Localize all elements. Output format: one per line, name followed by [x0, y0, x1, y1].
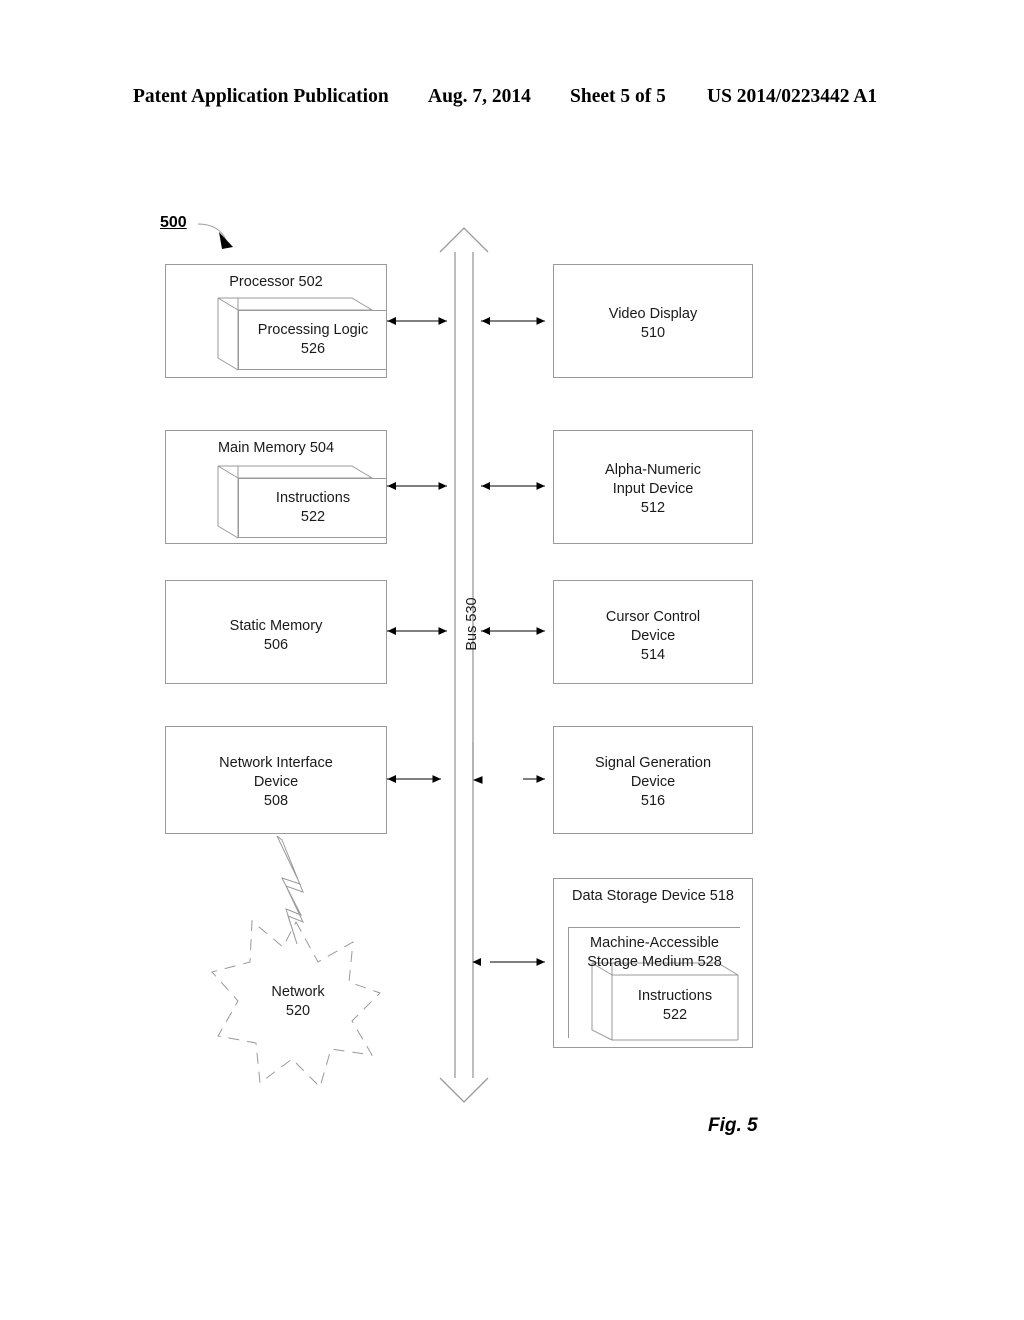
- figure-500-diagram: 500 Processor 502 Processing Logic 526 M…: [0, 0, 1024, 1320]
- processor-label: Processor 502: [229, 274, 323, 290]
- figure-caption: Fig. 5: [708, 1115, 758, 1136]
- alpha-numeric-input-device-label-2: Input Device: [612, 481, 694, 497]
- signal-generation-device-label-1: Signal Generation: [594, 755, 712, 771]
- connector-bus-cursor-control-device: [481, 627, 545, 635]
- instructions-storage-medium-box: Instructions 522: [612, 975, 738, 1040]
- data-storage-device-label: Data Storage Device 518: [571, 888, 734, 904]
- reference-500-leader: [197, 223, 233, 249]
- network-star-label: Network 520: [228, 983, 368, 1021]
- video-display-box: Video Display 510: [553, 264, 753, 378]
- signal-generation-device-box: Signal Generation Device 516: [553, 726, 753, 834]
- storage-medium-label-1: Machine-Accessible: [590, 935, 719, 951]
- connector-bus-alpha-numeric-input-device: [481, 482, 545, 490]
- static-memory-box: Static Memory 506: [165, 580, 387, 684]
- alpha-numeric-input-device-box: Alpha-Numeric Input Device 512: [553, 430, 753, 544]
- cursor-control-device-box: Cursor Control Device 514: [553, 580, 753, 684]
- instructions-main-memory-box: Instructions 522: [238, 478, 387, 538]
- main-memory-label: Main Memory 504: [217, 440, 335, 456]
- network-interface-device-label-1: Network Interface: [219, 755, 333, 771]
- video-display-number: 510: [640, 325, 666, 341]
- processing-logic-number: 526: [300, 341, 326, 357]
- connector-bus-video-display: [481, 317, 545, 325]
- cursor-control-device-number: 514: [640, 647, 666, 663]
- processing-logic-label: Processing Logic: [257, 322, 369, 338]
- connector-main-memory-bus: [387, 482, 447, 490]
- cursor-control-device-label-2: Device: [630, 628, 676, 644]
- static-memory-label: Static Memory: [229, 618, 323, 634]
- connector-static-memory-bus: [387, 627, 447, 635]
- static-memory-number: 506: [263, 637, 289, 653]
- reference-numeral-500: 500: [160, 214, 187, 231]
- signal-generation-device-number: 516: [640, 793, 666, 809]
- instructions-main-memory-number: 522: [300, 509, 326, 525]
- network-label: Network: [271, 984, 325, 1000]
- cursor-control-device-label-1: Cursor Control: [605, 609, 701, 625]
- processing-logic-box: Processing Logic 526: [238, 310, 387, 370]
- signal-generation-device-label-2: Device: [630, 774, 676, 790]
- connector-network-interface-device-bus: [387, 775, 441, 783]
- instructions-main-memory-label: Instructions: [275, 490, 351, 506]
- network-interface-device-number: 508: [263, 793, 289, 809]
- network-interface-device-label-2: Device: [253, 774, 299, 790]
- video-display-label: Video Display: [608, 306, 698, 322]
- diagram-vector-layer: [197, 223, 739, 1103]
- alpha-numeric-input-device-label-1: Alpha-Numeric: [605, 462, 701, 478]
- instructions-storage-medium-label: Instructions: [637, 988, 713, 1004]
- alpha-numeric-input-device-number: 512: [640, 500, 666, 516]
- instructions-storage-medium-number: 522: [662, 1007, 688, 1023]
- storage-medium-label-2: Storage Medium 528: [587, 954, 722, 970]
- network-number: 520: [285, 1003, 311, 1019]
- connector-bus-data-storage-device: [472, 958, 545, 966]
- network-interface-device-box: Network Interface Device 508: [165, 726, 387, 834]
- bus-530-label: Bus 530: [464, 597, 480, 651]
- connector-processor-bus: [387, 317, 447, 325]
